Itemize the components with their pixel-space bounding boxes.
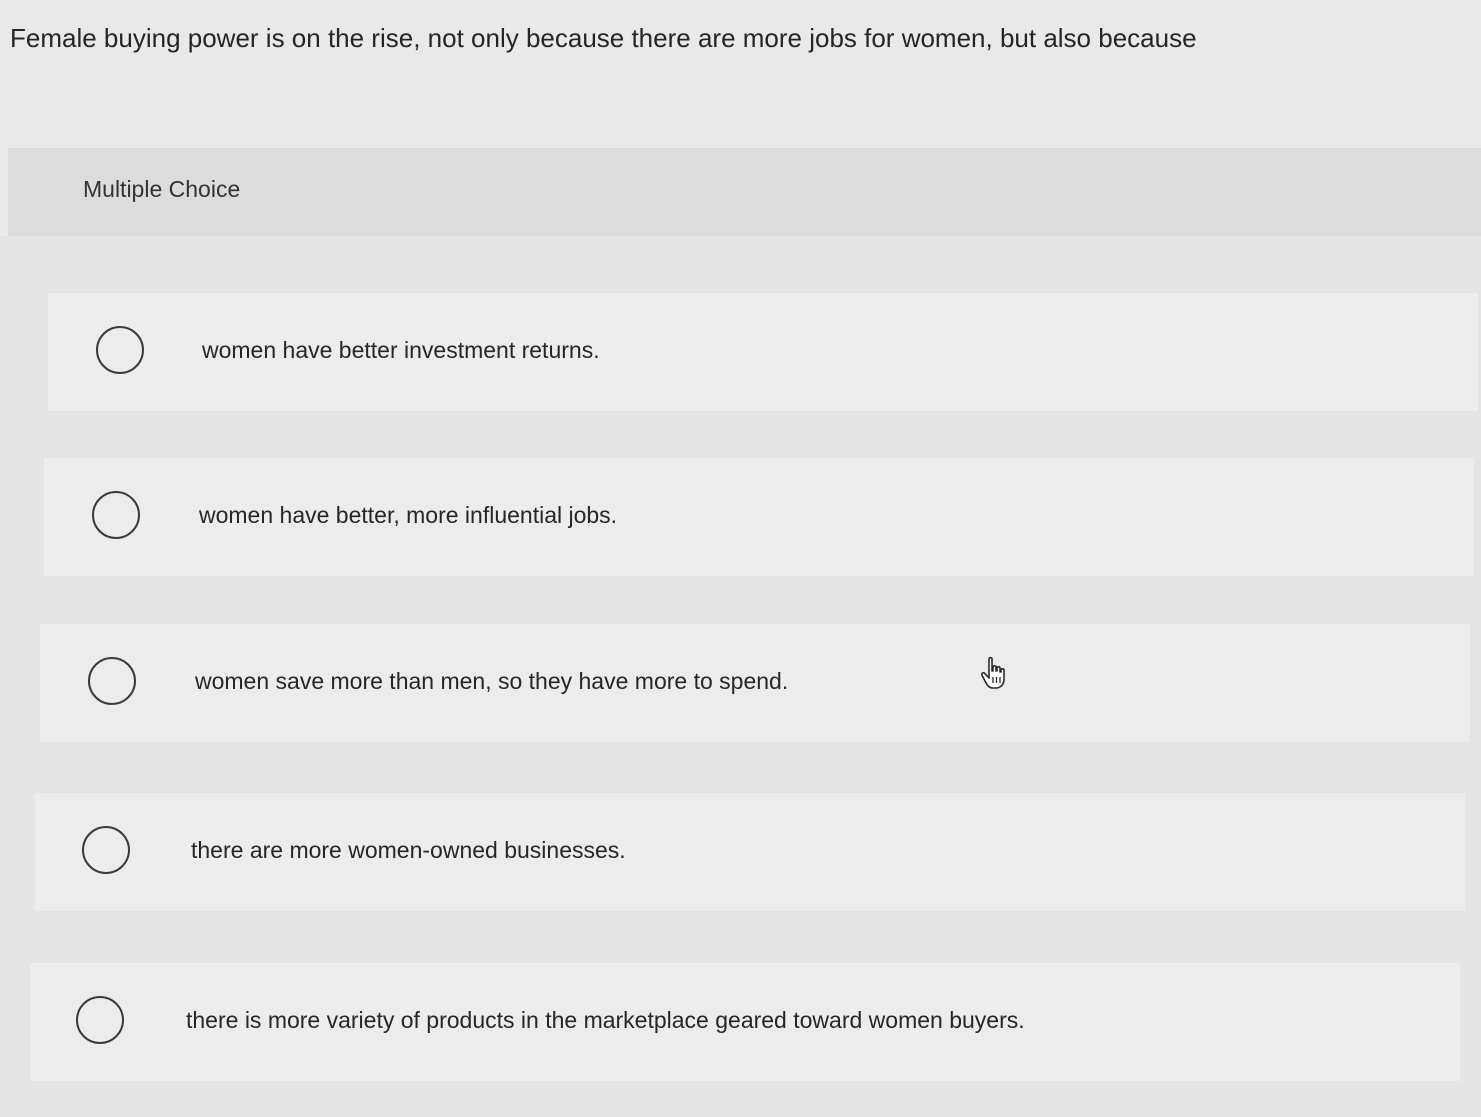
choice-label: there are more women-owned businesses. (191, 837, 626, 863)
choice-label: women have better investment returns. (202, 337, 600, 363)
radio-button[interactable] (96, 326, 144, 374)
choice-option-4[interactable]: there are more women-owned businesses. (35, 793, 1465, 911)
multiple-choice-label: Multiple Choice (83, 176, 241, 202)
radio-button[interactable] (88, 657, 136, 705)
question-text: Female buying power is on the rise, not … (10, 23, 1197, 53)
choice-label: there is more variety of products in the… (186, 1007, 1025, 1033)
radio-button[interactable] (76, 996, 124, 1044)
hand-pointer-icon (981, 656, 1005, 689)
choice-option-3[interactable]: women save more than men, so they have m… (40, 624, 1470, 742)
multiple-choice-header: Multiple Choice (8, 148, 1481, 236)
choice-label: women save more than men, so they have m… (195, 668, 789, 694)
choice-option-1[interactable]: women have better investment returns. (48, 293, 1478, 411)
choice-option-2[interactable]: women have better, more influential jobs… (44, 458, 1474, 576)
radio-button[interactable] (92, 491, 140, 539)
choice-option-5[interactable]: there is more variety of products in the… (30, 963, 1460, 1081)
choice-label: women have better, more influential jobs… (199, 502, 618, 528)
radio-button[interactable] (82, 826, 130, 874)
